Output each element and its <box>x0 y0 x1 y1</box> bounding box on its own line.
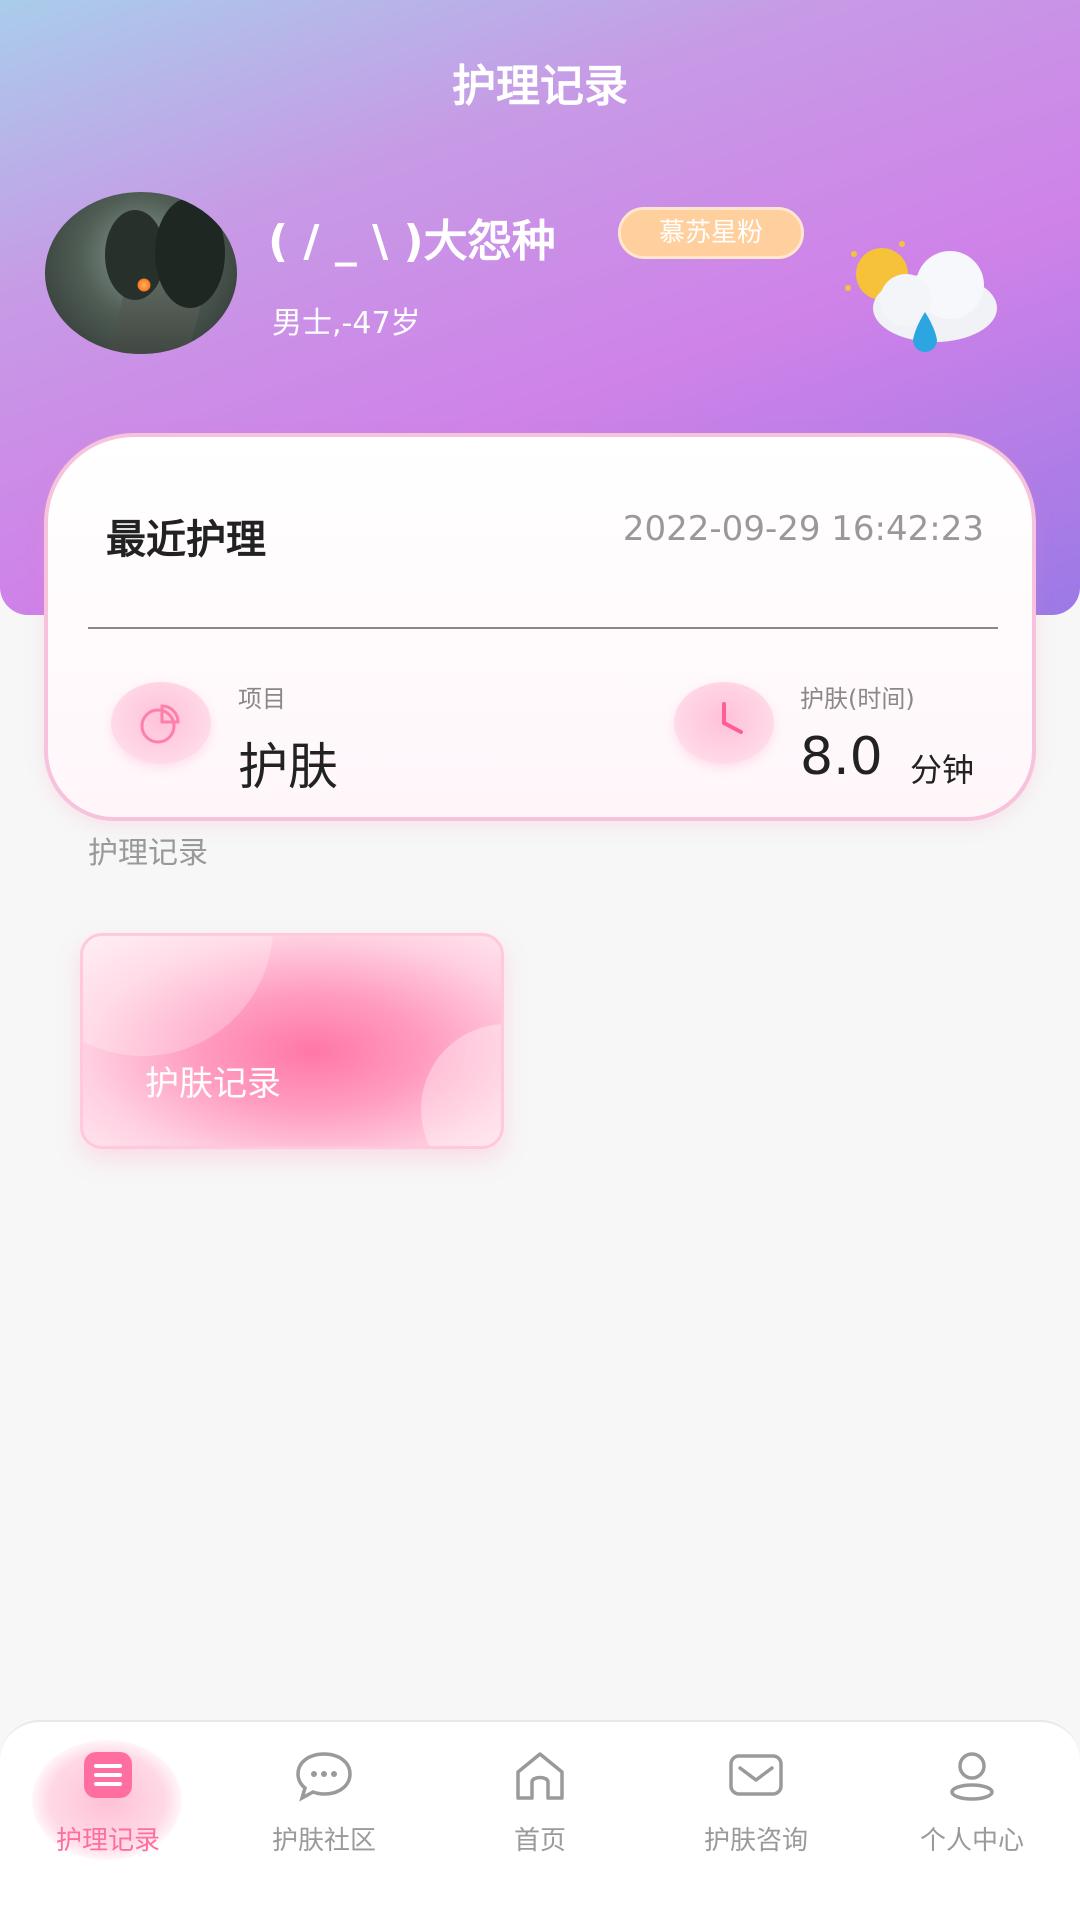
tab-skincare-community[interactable]: 护肤社区 <box>216 1722 432 1920</box>
records-section-label: 护理记录 <box>88 836 208 871</box>
pie-chart-icon <box>111 682 211 764</box>
recent-care-card[interactable]: 最近护理 2022-09-29 16:42:23 项目 护肤 护肤(时间) 8.… <box>44 433 1036 821</box>
recent-care-title: 最近护理 <box>106 517 266 563</box>
tab-care-records[interactable]: 护理记录 <box>0 1722 216 1920</box>
home-icon <box>510 1750 570 1802</box>
skincare-record-tile[interactable]: 护肤记录 <box>80 933 504 1149</box>
tab-home[interactable]: 首页 <box>432 1722 648 1920</box>
weather-icon <box>840 240 1010 360</box>
project-value: 护肤 <box>238 738 338 796</box>
member-badge: 慕苏星粉 <box>618 207 804 259</box>
avatar[interactable] <box>45 192 237 354</box>
list-icon <box>78 1750 138 1802</box>
clock-icon <box>674 682 774 764</box>
user-gender-age: 男士,-47岁 <box>272 306 421 341</box>
bottom-tab-bar: 护理记录 护肤社区 首页 护肤咨询 个人中心 <box>0 1720 1080 1920</box>
mail-icon <box>726 1750 786 1802</box>
tab-label: 护理记录 <box>55 1826 160 1856</box>
username: ( / _ \ )大怨种 <box>268 216 556 267</box>
recent-care-timestamp: 2022-09-29 16:42:23 <box>622 509 984 549</box>
tab-label: 个人中心 <box>919 1826 1024 1856</box>
user-icon <box>942 1750 1002 1802</box>
care-time-value: 8.0 <box>800 727 883 787</box>
care-time-label: 护肤(时间) <box>800 685 915 713</box>
chat-icon <box>294 1750 354 1802</box>
care-time-unit: 分钟 <box>910 751 975 789</box>
tab-label: 护肤咨询 <box>703 1826 808 1856</box>
project-label: 项目 <box>238 685 286 713</box>
tab-label: 首页 <box>513 1826 566 1856</box>
skincare-record-label: 护肤记录 <box>145 1064 281 1104</box>
tab-label: 护肤社区 <box>271 1826 376 1856</box>
screen: 护理记录 ( / _ \ )大怨种 慕苏星粉 男士,-47岁 最近护理 2022… <box>0 0 1080 1920</box>
page-title: 护理记录 <box>452 61 628 112</box>
divider <box>88 627 998 629</box>
tab-skincare-consult[interactable]: 护肤咨询 <box>648 1722 864 1920</box>
tab-personal-center[interactable]: 个人中心 <box>864 1722 1080 1920</box>
